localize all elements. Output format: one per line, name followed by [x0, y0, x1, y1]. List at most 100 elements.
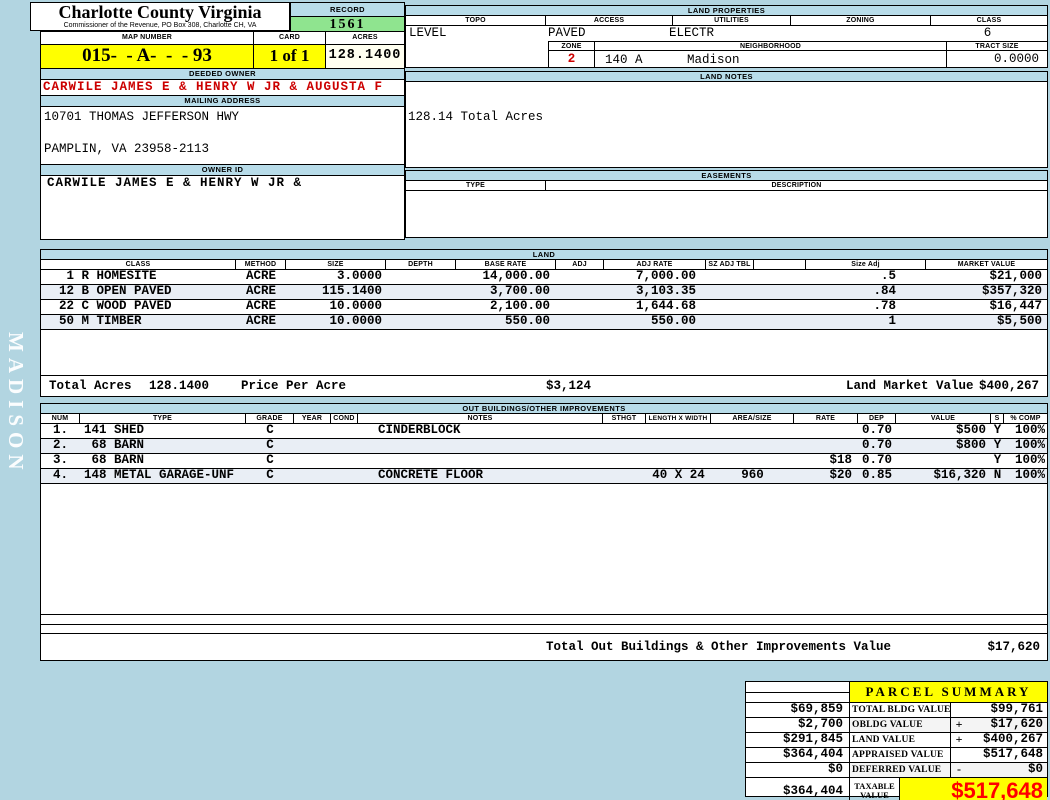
out-buildings-box: OUT BUILDINGS/OTHER IMPROVEMENTS NUM TYP… — [40, 403, 1048, 661]
ob-header: % COMP — [1010, 415, 1041, 422]
land-header — [754, 260, 806, 269]
ob-cell: Y — [993, 439, 1002, 452]
ob-cell — [603, 469, 646, 483]
ob-cell: CONCRETE FLOOR — [378, 469, 484, 482]
land-cell — [386, 315, 456, 329]
zone-label: ZONE — [549, 42, 594, 51]
land-cell: 3,103.35 — [635, 285, 696, 298]
summary-row: $69,859 TOTAL BLDG VALUE $99,761 — [746, 702, 1047, 717]
land-cell: 3,700.00 — [489, 285, 550, 298]
ob-cell: 100% — [1014, 454, 1045, 467]
ob-spacer-row — [41, 614, 1047, 624]
ob-cell — [331, 424, 358, 438]
land-cell: 14,000.00 — [482, 270, 550, 283]
land-cell — [706, 315, 754, 329]
deeded-owner-value: CARWILE JAMES E & HENRY W JR & AUGUSTA F — [43, 80, 384, 94]
summary-prior-header-cell — [746, 682, 850, 702]
tract-size-value: 0.0000 — [993, 52, 1039, 66]
ob-cell: 148 METAL GARAGE-UNF — [84, 469, 235, 482]
land-notes-title: LAND NOTES — [406, 72, 1047, 82]
summary-op: - — [957, 763, 961, 776]
land-cell: 115.1400 — [321, 285, 382, 298]
land-table-box: LAND CLASS METHOD SIZE DEPTH BASE RATE A… — [40, 249, 1048, 397]
ob-cell — [331, 469, 358, 483]
deferred-value: $0 — [1027, 763, 1043, 776]
ob-cell: 1. — [52, 424, 68, 437]
owner-block: MAP NUMBER CARD ACRES 015- - A- - - 93 1… — [40, 31, 405, 240]
out-building-row: 4. 148 METAL GARAGE-UNF C CONCRETE FLOOR 40 … — [41, 469, 1047, 484]
total-acres-value: 128.1400 — [149, 379, 210, 393]
zone-value: 2 — [567, 52, 576, 66]
land-cell — [754, 300, 806, 314]
land-header: MARKET VALUE — [957, 261, 1016, 268]
summary-label: LAND VALUE — [850, 733, 951, 747]
card-label: CARD — [254, 32, 326, 44]
ob-cell: 0.70 — [861, 454, 892, 467]
summary-op: + — [955, 718, 963, 731]
ob-header: GRADE — [246, 414, 294, 423]
prior-total-bldg: $69,859 — [746, 703, 850, 717]
class-value: 6 — [983, 26, 992, 40]
appraised-value: $517,648 — [982, 748, 1043, 761]
land-cell: $357,320 — [981, 285, 1042, 298]
ob-cell: 100% — [1014, 424, 1045, 437]
parcel-summary-box: PARCEL SUMMARY $69,859 TOTAL BLDG VALUE … — [745, 681, 1048, 800]
ob-cell — [294, 424, 331, 438]
prior-taxable: $364,404 — [746, 778, 850, 800]
easements-title: EASEMENTS — [406, 171, 1047, 181]
summary-label: APPRAISED VALUE — [850, 748, 951, 762]
ob-total-label: Total Out Buildings & Other Improvements… — [546, 640, 892, 654]
ob-header: NOTES — [358, 414, 603, 423]
land-market-value: $400,267 — [978, 379, 1039, 393]
prior-appraised: $364,404 — [746, 748, 850, 762]
land-cell: 550.00 — [504, 315, 550, 328]
ob-cell — [331, 454, 358, 468]
ob-cell: 68 BARN — [84, 454, 145, 467]
ob-header: YEAR — [294, 414, 331, 423]
ob-header: DEP — [858, 414, 896, 423]
total-bldg-value: $99,761 — [990, 703, 1043, 716]
ob-header: S — [991, 414, 1004, 423]
ob-cell: 3. — [52, 454, 68, 467]
ob-header: COND — [331, 414, 358, 423]
ob-cell: $500 — [955, 424, 986, 437]
ob-cell: 68 BARN — [84, 439, 145, 452]
land-cell: $21,000 — [989, 270, 1042, 283]
property-record-card: MADISON Charlotte County Virginia Commis… — [0, 0, 1050, 800]
ob-cell: 141 SHED — [84, 424, 145, 437]
acres-label: ACRES — [352, 34, 378, 41]
zoning-label: ZONING — [791, 16, 931, 25]
summary-row: $2,700 OBLDG VALUE + $17,620 — [746, 717, 1047, 732]
ob-cell: $16,320 — [933, 469, 986, 482]
ob-cell: N — [993, 469, 1002, 482]
land-row: 1 R HOMESITE ACRE 3.0000 14,000.00 7,000.00.… — [41, 270, 1047, 285]
land-cell — [706, 270, 754, 284]
ob-cell — [646, 424, 711, 438]
ob-cell — [646, 439, 711, 453]
utilities-label: UTILITIES — [673, 16, 791, 25]
utilities-value: ELECTR — [669, 26, 715, 40]
ob-totals-row: Total Out Buildings & Other Improvements… — [41, 633, 1047, 660]
ob-cell — [294, 469, 331, 483]
land-cell — [386, 270, 456, 284]
land-cell: 1 R HOMESITE — [59, 270, 157, 283]
ob-cell — [603, 424, 646, 438]
taxable-value: $517,648 — [900, 778, 1047, 800]
price-per-acre-label: Price Per Acre — [241, 379, 347, 393]
ob-cell: 40 X 24 — [652, 469, 705, 482]
obldg-value: $17,620 — [990, 718, 1043, 731]
card-value: 1 of 1 — [254, 45, 326, 68]
land-row: 50 M TIMBER ACRE 10.0000 550.00 550.00 1 $5,50… — [41, 315, 1047, 330]
ob-cell — [294, 454, 331, 468]
price-per-acre-value: $3,124 — [546, 379, 592, 393]
county-title: Charlotte County Virginia — [58, 2, 262, 22]
land-cell — [754, 285, 806, 299]
ob-total-value: $17,620 — [987, 640, 1040, 654]
ob-cell: C — [266, 454, 274, 467]
ob-cell: $18 — [829, 454, 852, 467]
out-buildings-title: OUT BUILDINGS/OTHER IMPROVEMENTS — [41, 404, 1047, 414]
summary-label: TOTAL BLDG VALUE — [852, 703, 951, 717]
acres-value: 128.1400 — [326, 45, 404, 68]
ob-cell — [358, 439, 603, 453]
land-cell — [706, 300, 754, 314]
